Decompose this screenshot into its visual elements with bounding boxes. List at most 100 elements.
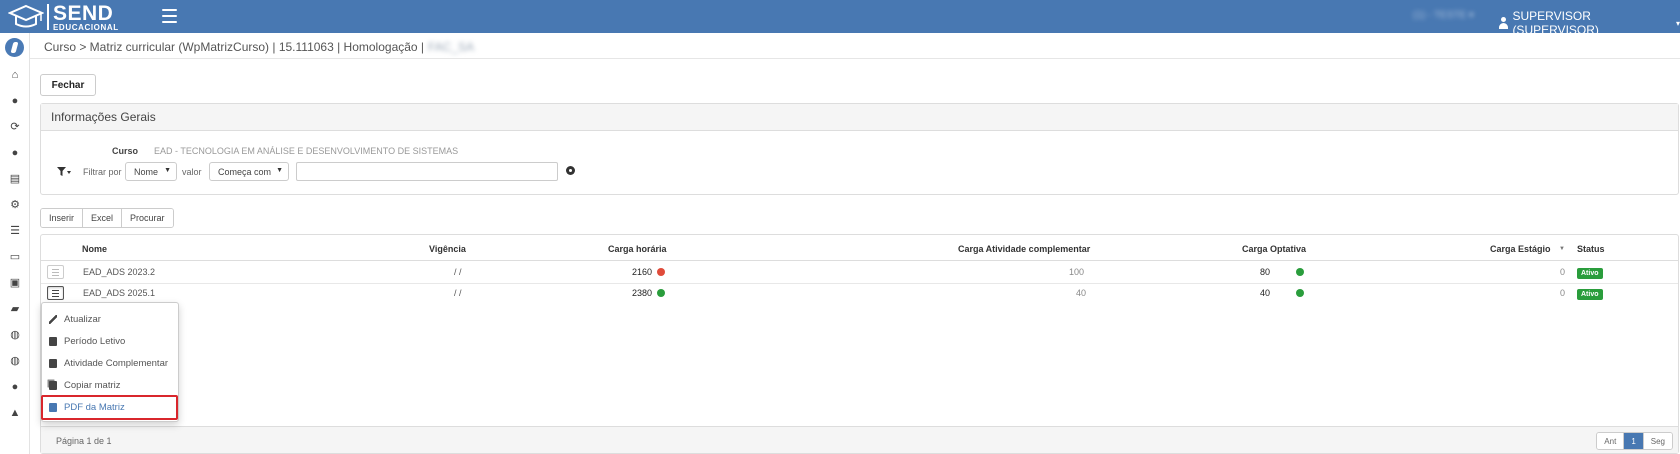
cell-vigencia: / / [454, 288, 462, 298]
close-button[interactable]: Fechar [40, 74, 96, 96]
cell-carga-optativa: 40 [1260, 288, 1271, 298]
logo-text: SEND EDUCACIONAL [53, 3, 119, 32]
row-actions-button[interactable] [47, 286, 64, 300]
top-navbar: SEND EDUCACIONAL (1) - TESTE ▾ SUPERVISO… [0, 0, 1680, 37]
column-header-carga-horaria[interactable]: Carga horária [608, 244, 667, 254]
header-divider [41, 260, 1678, 261]
column-header-carga-atividade[interactable]: Carga Atividade complementar [958, 244, 1090, 254]
carga-optativa-status-dot [1296, 268, 1304, 276]
curso-value: EAD - TECNOLOGIA EM ANÁLISE E DESENVOLVI… [154, 146, 459, 156]
menu-item-label: Período Letivo [64, 335, 126, 347]
column-header-vigencia[interactable]: Vigência [429, 244, 466, 254]
menu-item-copiar-matriz[interactable]: Copiar matriz [42, 374, 178, 396]
gear-icon[interactable] [566, 166, 575, 175]
cell-vigencia: / / [454, 267, 462, 277]
chat-icon[interactable]: ● [9, 381, 21, 393]
brand-logo-icon[interactable] [5, 38, 24, 57]
filter-field-value: Nome [134, 166, 159, 177]
search-button[interactable]: Procurar [122, 209, 173, 227]
valor-label: valor [182, 167, 202, 177]
matrix-table: Nome Vigência Carga horária Carga Ativid… [40, 234, 1679, 454]
logo-main-text: SEND [53, 1, 114, 25]
copy-icon [49, 380, 57, 390]
prev-page-button[interactable]: Ant [1597, 433, 1625, 449]
filter-label: Filtrar por [83, 167, 122, 177]
filter-icon[interactable] [57, 167, 71, 177]
status-badge: Ativo [1577, 268, 1603, 279]
send-educacional-logo[interactable]: SEND EDUCACIONAL [8, 2, 119, 32]
filter-value-input[interactable] [296, 162, 558, 181]
support-icon[interactable]: ◍ [9, 329, 21, 341]
menu-item-label: Atividade Complementar [64, 357, 169, 369]
breadcrumb: Curso > Matriz curricular (WpMatrizCurso… [44, 40, 474, 54]
carga-horaria-status-dot [657, 268, 665, 276]
cell-carga-atividade: 100 [1069, 267, 1085, 277]
cell-carga-estagio: 0 [1560, 267, 1566, 277]
user-icon [1498, 17, 1509, 29]
chart-icon[interactable]: ▤ [9, 173, 21, 185]
cell-nome: EAD_ADS 2025.1 [83, 288, 156, 298]
menu-item-label: Copiar matriz [64, 379, 121, 391]
column-header-carga-estagio[interactable]: Carga Estágio [1490, 244, 1551, 254]
cell-carga-optativa: 80 [1260, 267, 1271, 277]
pencil-icon [49, 314, 57, 324]
column-header-carga-optativa[interactable]: Carga Optativa [1242, 244, 1306, 254]
row-divider [41, 283, 1678, 284]
next-page-button[interactable]: Seg [1643, 433, 1672, 449]
sidebar: ⌂ ● ⟳ ● ▤ ⚙ ☰ ▭ ▣ ▰ ◍ ◍ ● ▲ [0, 33, 30, 454]
settings-icon[interactable]: ⚙ [9, 199, 21, 211]
row-actions-button[interactable] [47, 265, 64, 279]
calendar-check-icon[interactable]: ▣ [9, 277, 21, 289]
document-icon [49, 358, 57, 368]
page-button-current[interactable]: 1 [1624, 433, 1644, 449]
list-icon[interactable]: ☰ [9, 225, 21, 237]
column-header-status[interactable]: Status [1577, 244, 1605, 254]
excel-button[interactable]: Excel [83, 209, 123, 227]
curso-label: Curso [112, 146, 139, 156]
cell-carga-horaria: 2380 [632, 288, 653, 298]
menu-item-atividade-complementar[interactable]: Atividade Complementar [42, 352, 178, 374]
highlight-annotation [41, 395, 178, 420]
home-icon[interactable]: ⌂ [9, 69, 21, 81]
unit-selector[interactable]: (1) - TESTE ▾ [1413, 10, 1483, 22]
menu-item-periodo-letivo[interactable]: Período Letivo [42, 330, 178, 352]
chevron-down-icon: ▼ [276, 167, 283, 174]
graduation-cap-logo-icon [8, 4, 44, 28]
user-icon[interactable]: ● [9, 147, 21, 159]
user-name: SUPERVISOR (SUPERVISOR) [1512, 9, 1599, 37]
info-panel: Informações Gerais Curso EAD - TECNOLOGI… [40, 103, 1679, 195]
filter-field-select[interactable]: Nome ▼ [125, 162, 177, 181]
caret-down-icon: ▾ [1675, 18, 1680, 28]
table-toolbar: Inserir Excel Procurar [40, 208, 174, 228]
sort-desc-icon[interactable]: ▼ [1559, 246, 1565, 252]
insert-button[interactable]: Inserir [41, 209, 84, 227]
carga-horaria-status-dot [657, 289, 665, 297]
panel-title: Informações Gerais [41, 104, 1678, 131]
info-icon[interactable]: ● [9, 95, 21, 107]
inbox-icon[interactable]: ▰ [9, 303, 21, 315]
status-badge: Ativo [1577, 289, 1603, 300]
breadcrumb-blurred-text: FAC_SA [428, 40, 475, 54]
cell-carga-horaria: 2160 [632, 267, 653, 277]
loading-icon[interactable]: ⟳ [9, 121, 21, 133]
support-icon[interactable]: ◍ [9, 355, 21, 367]
page-info: Página 1 de 1 [56, 436, 112, 446]
table-footer: Página 1 de 1 Ant 1 Seg [41, 426, 1678, 453]
divider [30, 58, 1680, 59]
cell-carga-atividade: 40 [1076, 288, 1087, 298]
column-header-nome[interactable]: Nome [82, 244, 107, 254]
menu-item-label: Atualizar [64, 313, 101, 325]
menu-item-atualizar[interactable]: Atualizar [42, 308, 178, 330]
hamburger-menu-icon[interactable] [162, 9, 177, 23]
calendar-icon [49, 336, 57, 346]
carga-optativa-status-dot [1296, 289, 1304, 297]
logo-sub-text: EDUCACIONAL [53, 22, 119, 32]
filter-operator-select[interactable]: Começa com ▼ [209, 162, 289, 181]
user-menu[interactable]: SUPERVISOR (SUPERVISOR) ▾ [1498, 9, 1680, 37]
chevron-down-icon: ▼ [164, 167, 171, 174]
id-card-icon[interactable]: ▭ [9, 251, 21, 263]
filter-operator-value: Começa com [218, 166, 272, 177]
breadcrumb-text: Curso > Matriz curricular (WpMatrizCurso… [44, 40, 425, 54]
graduation-cap-icon[interactable]: ▲ [9, 407, 21, 419]
cell-carga-estagio: 0 [1560, 288, 1566, 298]
